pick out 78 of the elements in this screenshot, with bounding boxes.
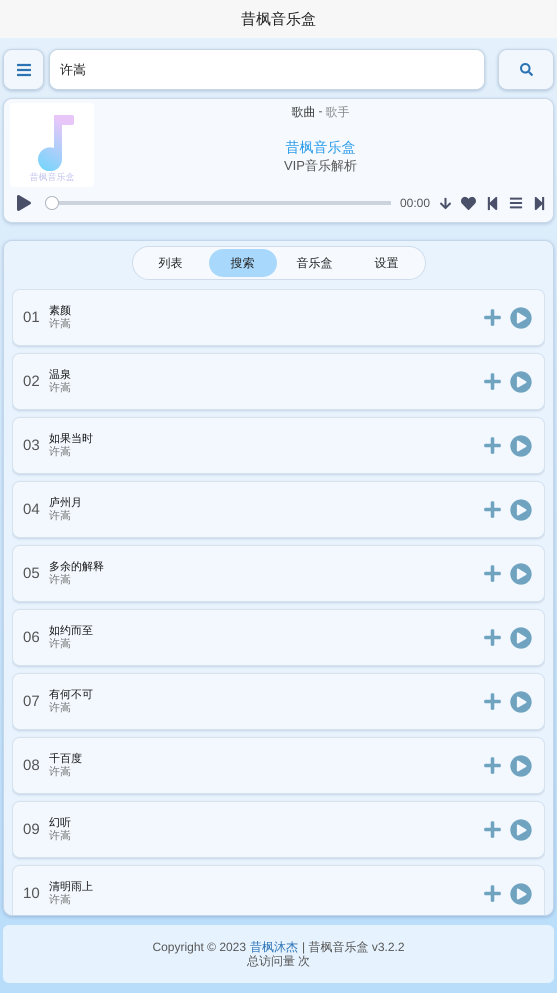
- playlist-icon[interactable]: [509, 196, 523, 210]
- track-number: 08: [23, 757, 41, 774]
- play-button[interactable]: [510, 306, 532, 328]
- song-name: 歌曲: [292, 104, 316, 121]
- next-icon[interactable]: [532, 196, 547, 210]
- artist-name: 许嵩: [49, 702, 72, 714]
- play-icon[interactable]: [16, 195, 32, 211]
- visit-count: 总访问量 次: [246, 954, 310, 968]
- song-title: 多余的解释: [49, 560, 105, 574]
- track-number: 09: [23, 821, 41, 838]
- search-icon: [520, 63, 532, 76]
- add-button[interactable]: [483, 692, 502, 711]
- track-number: 04: [23, 501, 41, 518]
- play-button[interactable]: [510, 882, 532, 904]
- artist-name: 许嵩: [49, 638, 72, 650]
- play-button[interactable]: [510, 434, 532, 456]
- cover-caption: 昔枫音乐盒: [30, 171, 74, 184]
- track-number: 03: [23, 437, 41, 454]
- search-field[interactable]: 许嵩: [49, 49, 485, 90]
- singer-name: 歌手: [326, 104, 350, 121]
- menu-button[interactable]: [3, 49, 44, 90]
- play-button[interactable]: [510, 818, 532, 840]
- download-icon[interactable]: [439, 196, 452, 210]
- track-number: 05: [23, 565, 41, 582]
- subtitle: VIP音乐解析: [284, 157, 357, 175]
- progress-handle[interactable]: [45, 196, 59, 210]
- separator: -: [318, 104, 322, 120]
- play-button[interactable]: [510, 754, 532, 776]
- play-button[interactable]: [510, 562, 532, 584]
- time-label: 00:00: [400, 196, 430, 210]
- play-button[interactable]: [510, 498, 532, 520]
- artist-name: 许嵩: [49, 766, 72, 778]
- previous-icon[interactable]: [485, 196, 500, 210]
- brand-name: 昔枫音乐盒: [286, 139, 356, 157]
- song-title: 素颜: [49, 304, 72, 318]
- play-button[interactable]: [510, 690, 532, 712]
- add-button[interactable]: [483, 372, 502, 391]
- song-title: 幻听: [49, 816, 72, 830]
- menu-icon: [16, 62, 32, 78]
- track-number: 07: [23, 693, 41, 710]
- tab[interactable]: 列表: [136, 249, 204, 277]
- song-title: 如果当时: [49, 432, 94, 446]
- track-number: 02: [23, 373, 41, 390]
- copyright-text: Copyright © 2023: [152, 940, 246, 954]
- song-title: 清明雨上: [49, 880, 94, 894]
- track-number: 10: [23, 885, 41, 902]
- track-number: 06: [23, 629, 41, 646]
- artist-name: 许嵩: [49, 830, 72, 842]
- song-title: 有何不可: [49, 688, 94, 702]
- add-button[interactable]: [483, 436, 502, 455]
- author-link[interactable]: 昔枫沐杰: [250, 940, 298, 954]
- app-title: 昔枫音乐盒: [0, 0, 557, 38]
- add-button[interactable]: [483, 564, 502, 583]
- play-button[interactable]: [510, 370, 532, 392]
- artist-name: 许嵩: [49, 510, 72, 522]
- song-title: 千百度: [49, 752, 83, 766]
- song-title: 庐州月: [49, 496, 83, 510]
- version-text: | 昔枫音乐盒 v3.2.2: [302, 940, 405, 954]
- artist-name: 许嵩: [49, 318, 72, 330]
- tab[interactable]: 设置: [352, 249, 420, 277]
- tab[interactable]: 音乐盒: [280, 249, 348, 277]
- artist-name: 许嵩: [49, 894, 72, 906]
- heart-icon[interactable]: [461, 196, 476, 210]
- add-button[interactable]: [483, 308, 502, 327]
- add-button[interactable]: [483, 820, 502, 839]
- artist-name: 许嵩: [49, 382, 72, 394]
- track-number: 01: [23, 309, 41, 326]
- song-title: 如约而至: [49, 624, 94, 638]
- add-button[interactable]: [483, 884, 502, 903]
- add-button[interactable]: [483, 756, 502, 775]
- song-title: 温泉: [49, 368, 72, 382]
- add-button[interactable]: [483, 628, 502, 647]
- play-button[interactable]: [510, 626, 532, 648]
- search-button[interactable]: [498, 49, 554, 90]
- add-button[interactable]: [483, 500, 502, 519]
- tab[interactable]: 搜索: [208, 249, 276, 277]
- artist-name: 许嵩: [49, 446, 72, 458]
- artist-name: 许嵩: [49, 574, 72, 586]
